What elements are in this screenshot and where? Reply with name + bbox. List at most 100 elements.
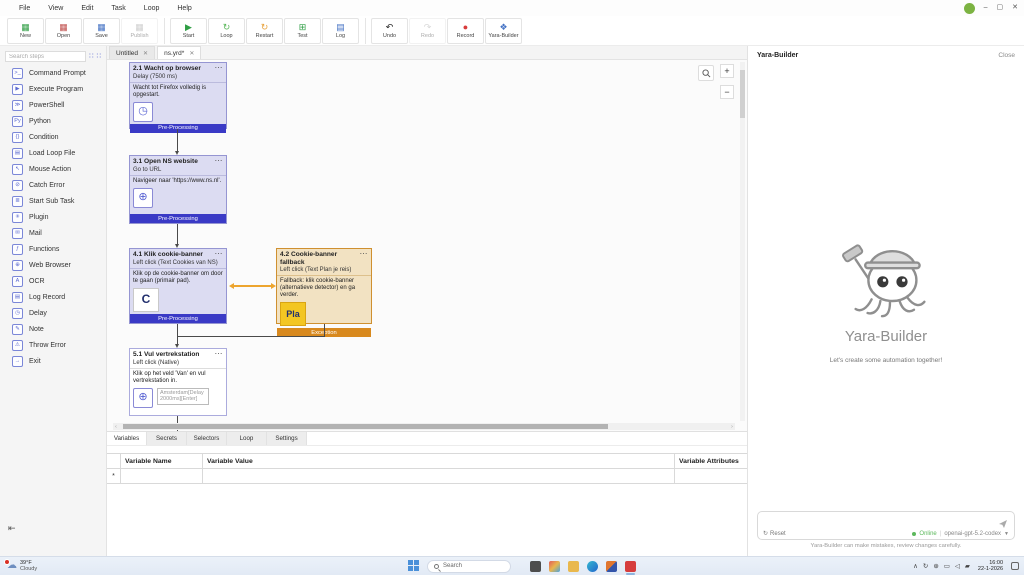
flow-node-open-ns-website[interactable]: 3.1 Open NS website ⋯ Go to URL Navigeer … bbox=[129, 155, 227, 224]
type-text-value[interactable]: Amsterdam[Delay 2000ms][Enter] bbox=[157, 387, 209, 405]
sidebar-item[interactable]: ✉ Mail bbox=[0, 225, 106, 241]
taskbar-app-icon[interactable] bbox=[587, 560, 598, 572]
restart-button[interactable]: ↻ Restart bbox=[246, 17, 283, 44]
flow-canvas[interactable]: 2.1 Wacht op browser ⋯ Delay (7500 ms) Wa… bbox=[107, 60, 747, 431]
scroll-right-icon[interactable]: › bbox=[729, 424, 735, 430]
bottom-panel-tab[interactable]: Selectors bbox=[187, 432, 227, 445]
taskbar-app-icon-active[interactable] bbox=[625, 560, 636, 575]
sidebar-item[interactable]: ≫ PowerShell bbox=[0, 97, 106, 113]
tray-icon[interactable]: ◁ bbox=[955, 563, 960, 570]
close-button[interactable]: ✕ bbox=[1012, 4, 1018, 12]
menu-item[interactable]: Loop bbox=[135, 3, 169, 14]
taskbar-app-icon[interactable] bbox=[606, 560, 617, 572]
sidebar-item[interactable]: {} Condition bbox=[0, 129, 106, 145]
taskbar-search[interactable]: Search bbox=[427, 559, 511, 573]
sidebar-item[interactable]: ƒ Functions bbox=[0, 241, 106, 257]
sidebar-item[interactable]: ⚠ Throw Error bbox=[0, 337, 106, 353]
table-row[interactable]: * bbox=[107, 469, 747, 484]
collapse-all-icon[interactable]: ∷ bbox=[97, 53, 101, 61]
tray-icon[interactable]: ↻ bbox=[923, 563, 928, 570]
flow-node-wacht-op-browser[interactable]: 2.1 Wacht op browser ⋯ Delay (7500 ms) Wa… bbox=[129, 62, 227, 133]
menu-item[interactable]: Help bbox=[168, 3, 200, 14]
sidebar-item[interactable]: ≣ Start Sub Task bbox=[0, 193, 106, 209]
user-avatar[interactable] bbox=[963, 2, 975, 14]
tab-ns-yrd[interactable]: ns.yrd* ✕ bbox=[157, 46, 202, 59]
tray-icon[interactable]: ∧ bbox=[913, 563, 918, 570]
cell-variable-name[interactable] bbox=[121, 469, 203, 483]
sidebar-item[interactable]: → Exit bbox=[0, 353, 106, 369]
node-menu-icon[interactable]: ⋯ bbox=[215, 250, 224, 258]
bottom-panel-tab[interactable]: Loop bbox=[227, 432, 267, 445]
tray-icon[interactable]: ⊕ bbox=[933, 563, 938, 570]
collapse-sidebar-icon[interactable]: ⇤ bbox=[8, 523, 16, 534]
node-menu-icon[interactable]: ⋯ bbox=[215, 157, 224, 165]
search-steps-input[interactable] bbox=[5, 51, 87, 62]
menu-item[interactable]: View bbox=[39, 3, 72, 14]
tab-close-icon[interactable]: ✕ bbox=[189, 50, 194, 57]
zoom-in-button[interactable]: + bbox=[720, 64, 734, 78]
log-button[interactable]: ▤ Log bbox=[322, 17, 359, 44]
sidebar-item[interactable]: ⊕ Web Browser bbox=[0, 257, 106, 273]
new-button[interactable]: ▦ New bbox=[7, 17, 44, 44]
bottom-panel-tab[interactable]: Settings bbox=[267, 432, 307, 445]
taskbar-clock[interactable]: 16:00 22-1-2026 bbox=[978, 560, 1003, 573]
vertical-scrollbar[interactable] bbox=[740, 62, 745, 421]
save-button[interactable]: ▦ Save bbox=[83, 17, 120, 44]
start-button[interactable] bbox=[408, 560, 420, 572]
taskbar-weather[interactable]: ☁ 39°F Cloudy bbox=[0, 559, 37, 573]
horizontal-scrollbar[interactable]: ‹ › bbox=[113, 423, 735, 430]
tray-icon[interactable]: ▭ bbox=[944, 563, 950, 570]
bottom-panel-tab[interactable]: Secrets bbox=[147, 432, 187, 445]
node-menu-icon[interactable]: ⋯ bbox=[360, 250, 369, 258]
minimize-button[interactable]: – bbox=[984, 4, 988, 12]
node-menu-icon[interactable]: ⋯ bbox=[215, 64, 224, 72]
sidebar-item[interactable]: ▤ Log Record bbox=[0, 289, 106, 305]
zoom-out-button[interactable]: − bbox=[720, 85, 734, 99]
expand-all-icon[interactable]: ∷ bbox=[89, 53, 93, 61]
open-button[interactable]: ▦ Open bbox=[45, 17, 82, 44]
cell-variable-value[interactable] bbox=[203, 469, 675, 483]
yara-builder-button[interactable]: ❖ Yara-Builder bbox=[485, 17, 522, 44]
menu-item[interactable]: Edit bbox=[72, 3, 102, 14]
notifications-icon[interactable] bbox=[1011, 562, 1019, 570]
sidebar-item[interactable]: Py Python bbox=[0, 113, 106, 129]
sidebar-item[interactable]: A OCR bbox=[0, 273, 106, 289]
bottom-panel-tab[interactable]: Variables bbox=[107, 432, 147, 445]
chat-input[interactable]: ↻ Reset Online | openai-gpt-5.2-codex ▼ bbox=[757, 511, 1015, 540]
sidebar-item[interactable]: ◷ Delay bbox=[0, 305, 106, 321]
tab-close-icon[interactable]: ✕ bbox=[143, 50, 148, 57]
flow-node-vul-vertrekstation[interactable]: 5.1 Vul vertrekstation ⋯ Left click (Nati… bbox=[129, 348, 227, 416]
sidebar-item[interactable]: ⊘ Catch Error bbox=[0, 177, 106, 193]
sidebar-item[interactable]: ▶ Execute Program bbox=[0, 81, 106, 97]
menu-item[interactable]: Task bbox=[102, 3, 134, 14]
sidebar-item[interactable]: >_ Command Prompt bbox=[0, 65, 106, 81]
menu-item[interactable]: File bbox=[10, 3, 39, 14]
node-menu-icon[interactable]: ⋯ bbox=[215, 350, 224, 358]
flow-node-klik-cookie-banner[interactable]: 4.1 Klik cookie-banner ⋯ Left click (Text… bbox=[129, 248, 227, 324]
taskbar-app-icon[interactable] bbox=[549, 560, 560, 572]
taskbar-app-icon[interactable] bbox=[568, 560, 579, 572]
model-selector[interactable]: openai-gpt-5.2-codex bbox=[944, 531, 1001, 537]
maximize-button[interactable]: ▢ bbox=[997, 4, 1004, 12]
test-button[interactable]: ⊞ Test bbox=[284, 17, 321, 44]
sidebar-item[interactable]: ✎ Note bbox=[0, 321, 106, 337]
loop-button[interactable]: ↻ Loop bbox=[208, 17, 245, 44]
scroll-left-icon[interactable]: ‹ bbox=[113, 424, 119, 430]
undo-button[interactable]: ↶ Undo bbox=[371, 17, 408, 44]
record-button[interactable]: ● Record bbox=[447, 17, 484, 44]
start-button[interactable]: ▶ Start bbox=[170, 17, 207, 44]
cell-variable-attributes[interactable] bbox=[675, 469, 747, 483]
scrollbar-thumb[interactable] bbox=[123, 424, 609, 429]
reset-button[interactable]: ↻ Reset bbox=[763, 530, 786, 538]
sidebar-item[interactable]: ▤ Load Loop File bbox=[0, 145, 106, 161]
flow-node-cookie-banner-fallback[interactable]: 4.2 Cookie-banner fallback ⋯ Left click (… bbox=[276, 248, 372, 337]
scrollbar-thumb[interactable] bbox=[740, 70, 745, 118]
assistant-close-link[interactable]: Close bbox=[998, 52, 1015, 59]
tab-untitled[interactable]: Untitled ✕ bbox=[109, 46, 156, 59]
sidebar-item[interactable]: ✳ Plugin bbox=[0, 209, 106, 225]
chevron-down-icon[interactable]: ▼ bbox=[1004, 531, 1009, 537]
sidebar-item[interactable]: ↖ Mouse Action bbox=[0, 161, 106, 177]
tray-icon[interactable]: ▰ bbox=[965, 563, 970, 570]
magnifier-button[interactable] bbox=[698, 65, 714, 81]
taskbar-app-icon[interactable] bbox=[530, 560, 541, 572]
